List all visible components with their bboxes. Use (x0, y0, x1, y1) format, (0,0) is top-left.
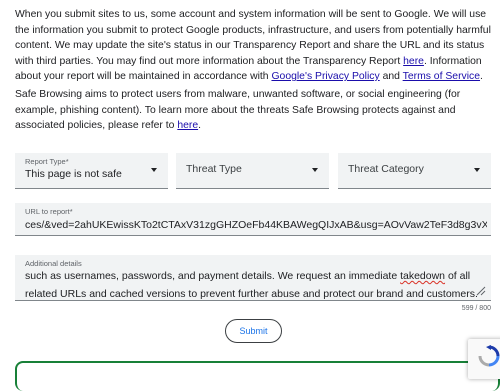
threat-category-placeholder: Threat Category (348, 163, 424, 175)
privacy-policy-link[interactable]: Google's Privacy Policy (271, 71, 379, 82)
url-input[interactable]: URL to report* ces/&ved=2ahUKEwissKTo2tC… (15, 203, 491, 236)
resize-handle-icon[interactable] (475, 285, 486, 296)
report-type-value: This page is not safe (25, 168, 122, 180)
transparency-report-link[interactable]: here (403, 56, 424, 67)
report-type-select[interactable]: Report Type* This page is not safe (15, 153, 168, 189)
submission-disclosure: When you submit sites to us, some accoun… (15, 9, 491, 82)
dropdown-arrow-icon (151, 168, 157, 172)
additional-details-textarea[interactable]: Additional details such as usernames, pa… (15, 255, 491, 301)
recaptcha-icon (478, 345, 500, 367)
safe-browsing-info: Safe Browsing aims to protect users from… (15, 89, 461, 131)
additional-details-value: such as usernames, passwords, and paymen… (25, 270, 478, 300)
dropdown-arrow-icon (312, 168, 318, 172)
terms-of-service-link[interactable]: Terms of Service (403, 71, 480, 82)
threat-type-placeholder: Threat Type (186, 163, 242, 175)
dropdown-arrow-icon (474, 168, 480, 172)
status-banner (15, 361, 500, 391)
character-counter: 599 / 800 (461, 305, 491, 312)
threat-category-select[interactable]: Threat Category (338, 153, 491, 189)
url-label: URL to report* (25, 207, 73, 216)
report-type-label: Report Type* (25, 157, 69, 166)
threat-type-select[interactable]: Threat Type (176, 153, 329, 189)
url-value: ces/&ved=2ahUKEwissKTo2tCTAxV31zgGHZOeFb… (25, 219, 487, 231)
submit-button[interactable]: Submit (225, 319, 282, 343)
misspelled-word: takedown (400, 270, 446, 282)
recaptcha-badge[interactable] (468, 339, 500, 379)
safe-browsing-policies-link[interactable]: here (177, 120, 198, 131)
